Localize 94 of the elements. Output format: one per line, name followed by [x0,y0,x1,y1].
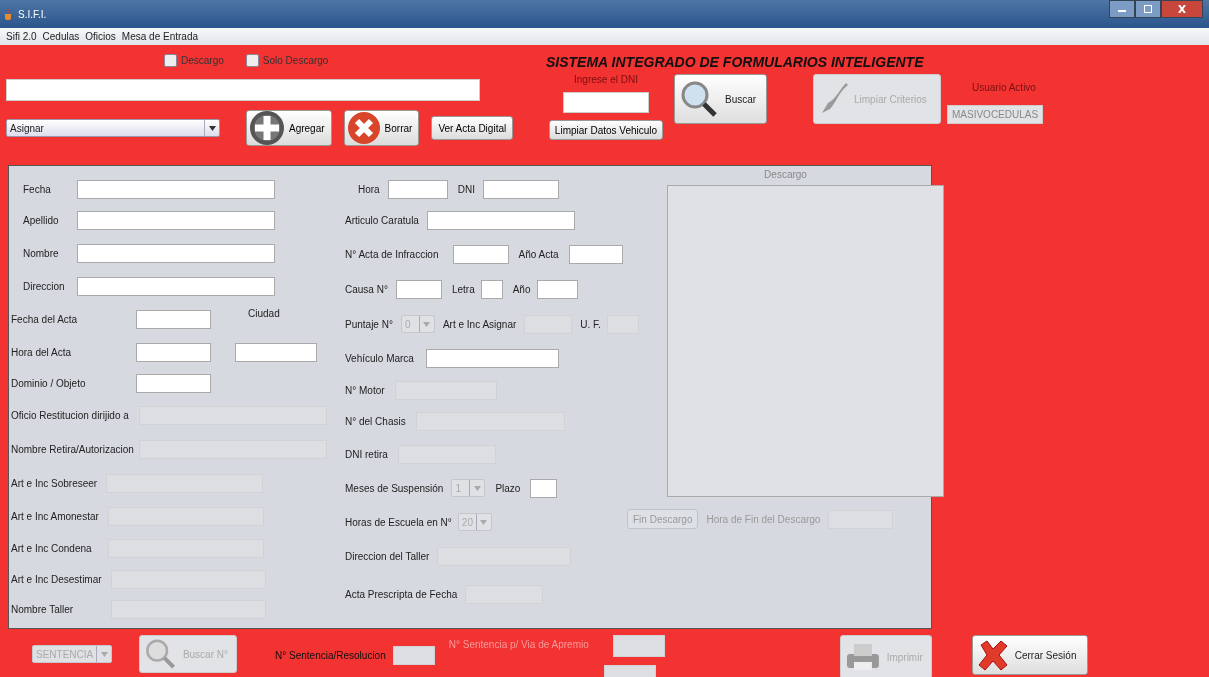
text-field[interactable] [6,79,480,101]
caret-icon [473,485,481,491]
field-label: U. F. [580,318,601,330]
field-label: Ciudad [248,307,280,319]
field-label: Nombre Taller [11,603,75,615]
printer-icon [844,642,881,672]
field-label: Letra [451,283,475,295]
field-label: Nombre [23,247,60,259]
input-field[interactable] [136,373,211,393]
field-label: Art e Inc Asignar [442,318,517,330]
field-label: Fecha del Acta [11,313,79,325]
delete-icon [346,111,381,145]
panel-title: Descargo [764,169,807,180]
field-label: Art e Inc Amonestar [11,510,100,522]
app-title: SISTEMA INTEGRADO DE FORMULARIOS INTELIGENTE [546,54,925,70]
field-label: DNI retira [345,448,388,460]
field-label: Art e Inc Condena [11,542,93,554]
caret-icon [100,651,108,657]
input-field[interactable] [136,342,211,362]
field-label: Causa N° [345,283,388,295]
input-field[interactable] [480,279,503,299]
input-field[interactable] [77,276,275,296]
input-field[interactable] [395,279,442,299]
menu-item[interactable]: Mesa de Entrada [121,31,198,42]
field-label: N° Motor [345,384,385,396]
field-label: Oficio Restitucion dirijido a [11,409,130,421]
dni-label: Ingrese el DNI [574,74,638,85]
input-field[interactable] [77,179,275,199]
assign-dropdown[interactable]: Asignar [6,119,220,137]
search-icon [679,79,719,119]
menu-item[interactable]: Sifi 2.0 [6,31,37,42]
field-label: DNI [457,183,475,195]
input-field[interactable] [136,309,211,329]
field-label: Art e Inc Sobreseer [11,477,99,489]
input-field[interactable] [426,210,575,230]
field-label: Puntaje N° [345,318,393,330]
field-label: Año Acta [518,248,559,260]
field-label: Meses de Suspensión [345,482,444,494]
plus-icon [249,110,285,146]
input-field[interactable] [425,348,559,368]
maximize-icon [1143,5,1153,13]
logout-button[interactable]: Cerrar Sesión [971,635,1088,675]
search-button[interactable]: Buscar [674,74,767,124]
field-label: Dominio / Objeto [11,377,87,389]
input-field[interactable] [387,179,448,199]
field-label: Nombre Retira/Autorizacion [11,443,135,455]
input-field[interactable] [392,646,435,665]
input-field[interactable] [77,243,275,263]
close-button[interactable] [1161,0,1203,18]
field-label: Apellido [23,214,60,226]
resolution-label: N° Sentencia/Resolucion [275,650,386,661]
field-label: Direccion [23,280,66,292]
cup-icon [4,8,14,20]
input-field[interactable] [482,179,559,199]
caret-icon [480,519,488,525]
search-icon [144,637,177,671]
field-label: Articulo Caratula [345,214,419,226]
dni-field[interactable] [563,92,649,113]
active-user-label: Usuario Activo [972,82,1036,93]
input-field[interactable] [612,635,665,657]
field-label: N° del Chasis [345,415,406,427]
field-label: Hora [358,183,380,195]
delete-button[interactable]: Borrar [343,110,420,146]
field-label: Plazo [495,482,521,494]
field-label: Horas de Escuela en N° [345,516,452,528]
cross-icon [976,639,1009,671]
add-button[interactable]: Agregar [246,110,332,146]
field-label: Año [512,283,531,295]
minimize-button[interactable] [1109,0,1135,18]
field-label: N° Acta de Infraccion [345,248,439,260]
input-field[interactable] [235,342,317,362]
clear-vehicle-button[interactable]: Limpiar Datos Vehiculo [548,120,664,140]
field-label: Art e Inc Desestimar [11,573,103,585]
view-act-button[interactable]: Ver Acta Digital [431,116,514,140]
field-label: Vehículo Marca [345,352,414,364]
menu-item[interactable]: Oficios [85,31,116,42]
field-label: Hora del Acta [11,346,73,358]
close-icon [1177,5,1187,13]
input-field[interactable] [536,279,578,299]
maximize-button[interactable] [1135,0,1161,18]
input-field[interactable] [77,210,275,230]
field-label: Direccion del Taller [345,550,430,562]
active-user-field: MASIVOCEDULAS [947,105,1044,124]
input-field[interactable] [452,244,509,264]
menu-item[interactable]: Cedulas [42,31,80,42]
caret-icon [208,125,216,131]
caret-icon [423,321,431,327]
field-label: Fecha [23,183,52,195]
input-field[interactable] [568,244,623,264]
field-label: Acta Prescripta de Fecha [345,588,458,600]
field-label: Hora de Fin del Descargo [706,513,821,525]
input-field[interactable] [530,478,558,498]
apremio-label: N° Sentencia p/ Via de Apremio [448,639,589,652]
window-title: S.I.F.I. [18,8,47,20]
